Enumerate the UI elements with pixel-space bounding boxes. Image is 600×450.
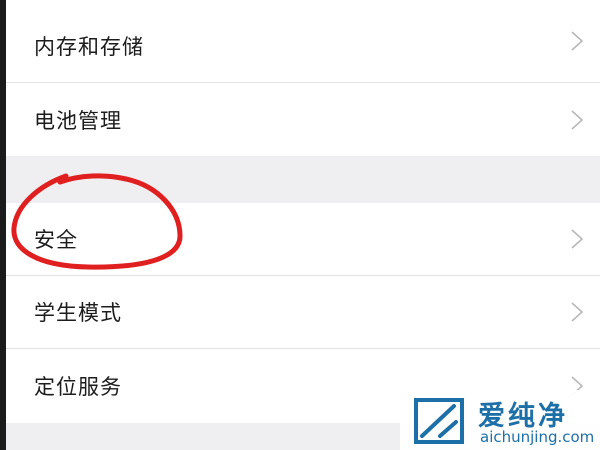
settings-item-student-mode[interactable]: 学生模式 <box>6 276 600 349</box>
settings-item-battery[interactable]: 电池管理 <box>6 83 600 156</box>
settings-item-label: 内存和存储 <box>34 35 144 59</box>
logo-icon <box>414 398 464 444</box>
settings-item-label: 学生模式 <box>34 301 122 325</box>
chevron-right-icon <box>570 301 584 323</box>
chevron-right-icon <box>570 109 584 131</box>
settings-item-label: 定位服务 <box>34 375 122 399</box>
chevron-right-icon <box>570 228 584 250</box>
watermark: 爱纯净 aichunjing.com <box>400 390 600 450</box>
red-circle-annotation <box>11 173 183 270</box>
settings-item-label: 电池管理 <box>34 108 122 133</box>
watermark-url: aichunjing.com <box>480 428 595 446</box>
chevron-right-icon <box>570 30 584 52</box>
settings-item-memory-storage[interactable]: 内存和存储 <box>6 0 600 83</box>
settings-group-device: 内存和存储 电池管理 <box>6 0 600 156</box>
